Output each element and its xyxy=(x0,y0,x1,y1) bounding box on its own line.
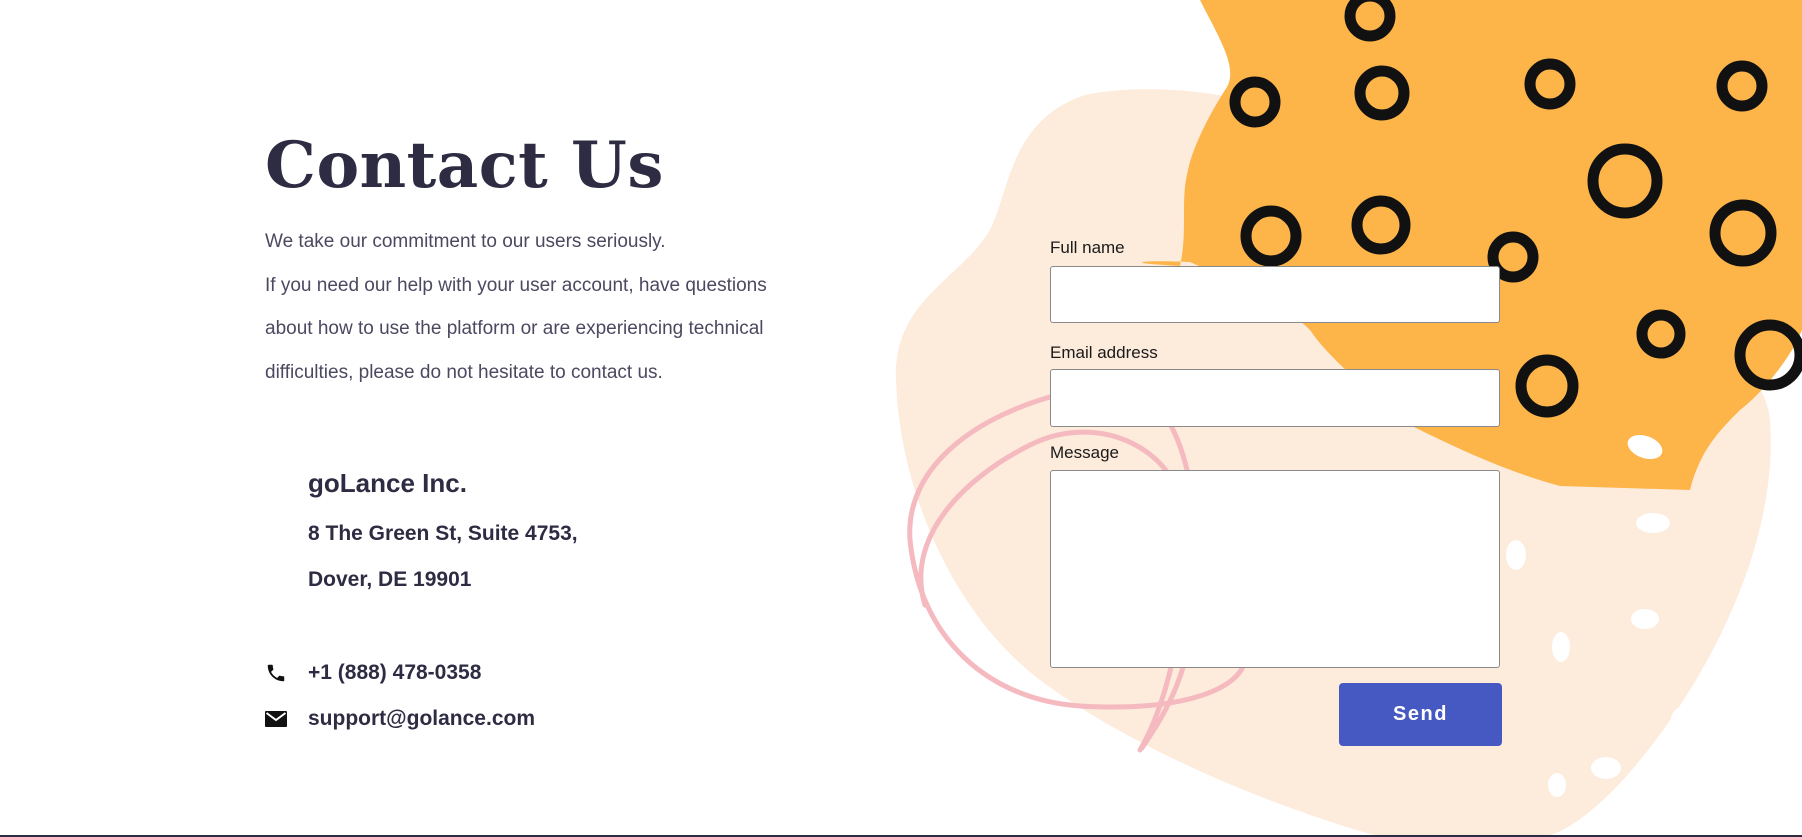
message-label: Message xyxy=(1050,443,1119,462)
address-line-1: 8 The Green St, Suite 4753, xyxy=(308,522,578,545)
message-textarea[interactable] xyxy=(1050,470,1500,668)
intro-line: We take our commitment to our users seri… xyxy=(265,231,666,252)
envelope-icon xyxy=(265,708,287,730)
email-label: Email address xyxy=(1050,343,1158,362)
full-name-label: Full name xyxy=(1050,238,1125,257)
intro-text: We take our commitment to our users seri… xyxy=(265,224,825,398)
intro-line: difficulties, please do not hesitate to … xyxy=(265,361,663,383)
email-row[interactable]: support@golance.com xyxy=(265,704,535,734)
address-line-2: Dover, DE 19901 xyxy=(308,568,472,591)
full-name-input[interactable] xyxy=(1050,266,1500,323)
send-button[interactable]: Send xyxy=(1339,683,1502,746)
page-title: Contact Us xyxy=(265,128,664,203)
intro-line: If you need our help with your user acco… xyxy=(265,274,767,296)
phone-icon xyxy=(265,662,287,684)
email-address[interactable]: support@golance.com xyxy=(308,707,535,731)
company-name: goLance Inc. xyxy=(308,468,467,498)
phone-number[interactable]: +1 (888) 478-0358 xyxy=(308,661,481,685)
intro-line: about how to use the platform or are exp… xyxy=(265,318,764,339)
phone-row[interactable]: +1 (888) 478-0358 xyxy=(265,658,481,688)
email-input[interactable] xyxy=(1050,369,1500,427)
